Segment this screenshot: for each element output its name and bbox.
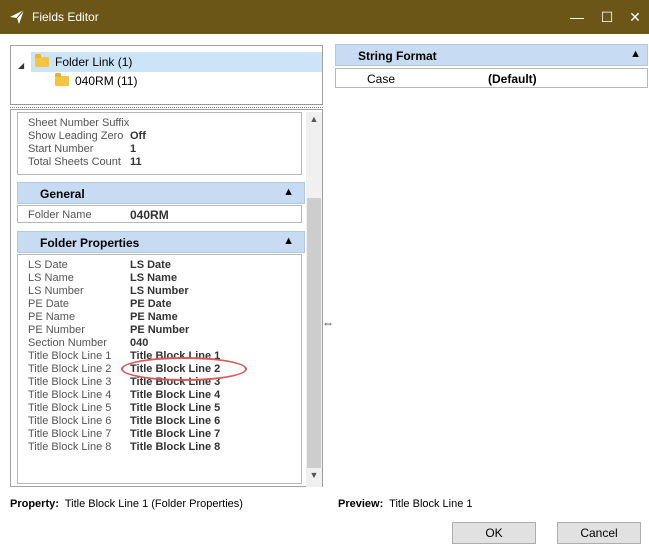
- property-row[interactable]: LS Date LS Date: [18, 259, 298, 271]
- cancel-button[interactable]: Cancel: [557, 522, 641, 544]
- collapse-chevron-icon[interactable]: ▲: [283, 235, 294, 247]
- window-title: Fields Editor: [32, 10, 99, 24]
- folder-tree: ◢ Folder Link (1) 040RM (11): [10, 45, 323, 105]
- section-title: String Format: [358, 49, 437, 63]
- preview-status: Preview: Title Block Line 1: [338, 498, 473, 510]
- property-row[interactable]: Title Block Line 7 Title Block Line 7: [18, 428, 298, 440]
- property-row[interactable]: Folder Name 040RM: [18, 209, 298, 221]
- scroll-up-arrow-icon[interactable]: ▲: [306, 114, 322, 128]
- property-row[interactable]: Title Block Line 4 Title Block Line 4: [18, 389, 298, 401]
- tree-item-040rm[interactable]: 040RM (11): [55, 71, 137, 91]
- general-group: Folder Name 040RM: [17, 205, 302, 223]
- property-row[interactable]: Total Sheets Count 11: [18, 156, 298, 168]
- section-title: General: [40, 187, 85, 201]
- property-row[interactable]: Title Block Line 8 Title Block Line 8: [18, 441, 298, 453]
- panel-splitter[interactable]: [10, 104, 323, 108]
- sheet-numbering-group: Sheet Number Suffix Show Leading Zero Of…: [17, 112, 302, 175]
- string-format-panel: String Format ▲ Case (Default): [335, 44, 648, 92]
- property-row[interactable]: PE Number PE Number: [18, 324, 298, 336]
- ok-button[interactable]: OK: [452, 522, 536, 544]
- resize-horizontal-icon[interactable]: ⇔: [322, 316, 334, 330]
- property-row[interactable]: LS Number LS Number: [18, 285, 298, 297]
- close-button[interactable]: ✕: [612, 0, 649, 34]
- property-row-case[interactable]: Case (Default): [335, 68, 648, 88]
- tree-item-label: 040RM (11): [75, 74, 138, 88]
- property-row[interactable]: LS Name LS Name: [18, 272, 298, 284]
- tree-item-label: Folder Link (1): [55, 55, 133, 69]
- property-row[interactable]: Sheet Number Suffix: [18, 117, 298, 129]
- highlight-annotation: [121, 357, 247, 381]
- property-row[interactable]: PE Date PE Date: [18, 298, 298, 310]
- general-section-header[interactable]: General ▲: [17, 182, 305, 204]
- property-row[interactable]: PE Name PE Name: [18, 311, 298, 323]
- collapse-chevron-icon[interactable]: ▲: [283, 186, 294, 198]
- scrollbar-thumb[interactable]: [307, 198, 321, 468]
- property-status: Property: Title Block Line 1 (Folder Pro…: [10, 498, 243, 510]
- property-row[interactable]: Show Leading Zero Off: [18, 130, 298, 142]
- scroll-down-arrow-icon[interactable]: ▼: [306, 470, 322, 484]
- property-row[interactable]: Start Number 1: [18, 143, 298, 155]
- folder-properties-section-header[interactable]: Folder Properties ▲: [17, 231, 305, 253]
- collapse-triangle-icon[interactable]: ◢: [18, 61, 24, 70]
- property-row[interactable]: Title Block Line 6 Title Block Line 6: [18, 415, 298, 427]
- section-title: Folder Properties: [40, 236, 140, 250]
- property-row[interactable]: Section Number 040: [18, 337, 298, 349]
- collapse-chevron-icon[interactable]: ▲: [630, 48, 641, 60]
- property-row[interactable]: Title Block Line 5 Title Block Line 5: [18, 402, 298, 414]
- string-format-section-header[interactable]: String Format ▲: [335, 44, 648, 66]
- tree-item-folder-link[interactable]: Folder Link (1): [31, 52, 322, 72]
- app-icon: [10, 9, 25, 24]
- folder-icon: [35, 54, 49, 67]
- title-bar: Fields Editor — ☐ ✕: [0, 0, 649, 34]
- folder-icon: [55, 73, 69, 86]
